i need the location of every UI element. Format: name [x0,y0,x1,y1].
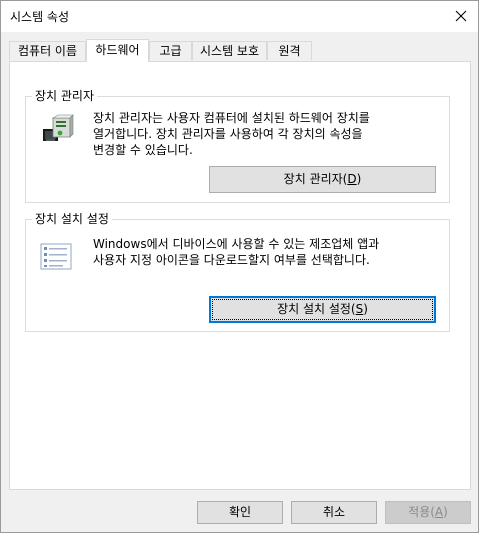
checklist-icon [40,243,72,270]
device-manager-desc-line-1: 장치 관리자는 사용자 컴퓨터에 설치된 하드웨어 장치를 [93,111,370,125]
device-installation-button-label: 장치 설치 설정(S) [277,302,368,316]
apply-button-label: 적용(A) [408,505,448,519]
tab-hardware[interactable]: 하드웨어 [86,39,149,62]
device-manager-button-label: 장치 관리자(D) [283,172,362,186]
device-manager-group-title: 장치 관리자 [32,88,98,104]
ok-button[interactable]: 확인 [197,501,283,524]
apply-button[interactable]: 적용(A) [385,501,471,524]
tab-computer-name[interactable]: 컴퓨터 이름 [9,41,86,60]
cancel-button[interactable]: 취소 [291,501,377,524]
tab-remote[interactable]: 원격 [267,41,312,60]
device-installation-group-title: 장치 설치 설정 [32,211,112,227]
device-installation-settings-button[interactable]: 장치 설치 설정(S) [209,296,436,323]
hardware-tab-panel: 장치 관리자 장치 관리자는 사용자 컴퓨터에 설치된 하드웨어 장치를 열거합… [9,61,471,490]
device-installation-desc-line-2: 사용자 지정 아이콘을 다운로드할지 여부를 선택합니다. [93,253,370,267]
close-button[interactable] [444,1,478,32]
system-properties-window: 시스템 속성 컴퓨터 이름 하드웨어 고급 시스템 보호 원격 장치 관리자 장… [0,0,479,533]
tab-system-protection[interactable]: 시스템 보호 [192,41,267,60]
title-bar: 시스템 속성 [1,1,478,32]
device-manager-desc-line-2: 열거합니다. 장치 관리자를 사용하여 각 장치의 속성을 [93,127,363,141]
tab-advanced[interactable]: 고급 [149,41,192,60]
close-icon [455,10,467,22]
device-manager-icon [43,114,74,141]
device-installation-group: 장치 설치 설정 Windows에서 디바이스에 사용할 수 있는 제조업체 앱… [25,211,450,332]
window-title: 시스템 속성 [10,10,70,24]
device-manager-button[interactable]: 장치 관리자(D) [209,166,436,193]
device-installation-desc-line-1: Windows에서 디바이스에 사용할 수 있는 제조업체 앱과 [93,237,380,251]
device-manager-group: 장치 관리자 장치 관리자는 사용자 컴퓨터에 설치된 하드웨어 장치를 열거합… [25,88,450,203]
device-manager-desc-line-3: 변경할 수 있습니다. [93,143,193,157]
